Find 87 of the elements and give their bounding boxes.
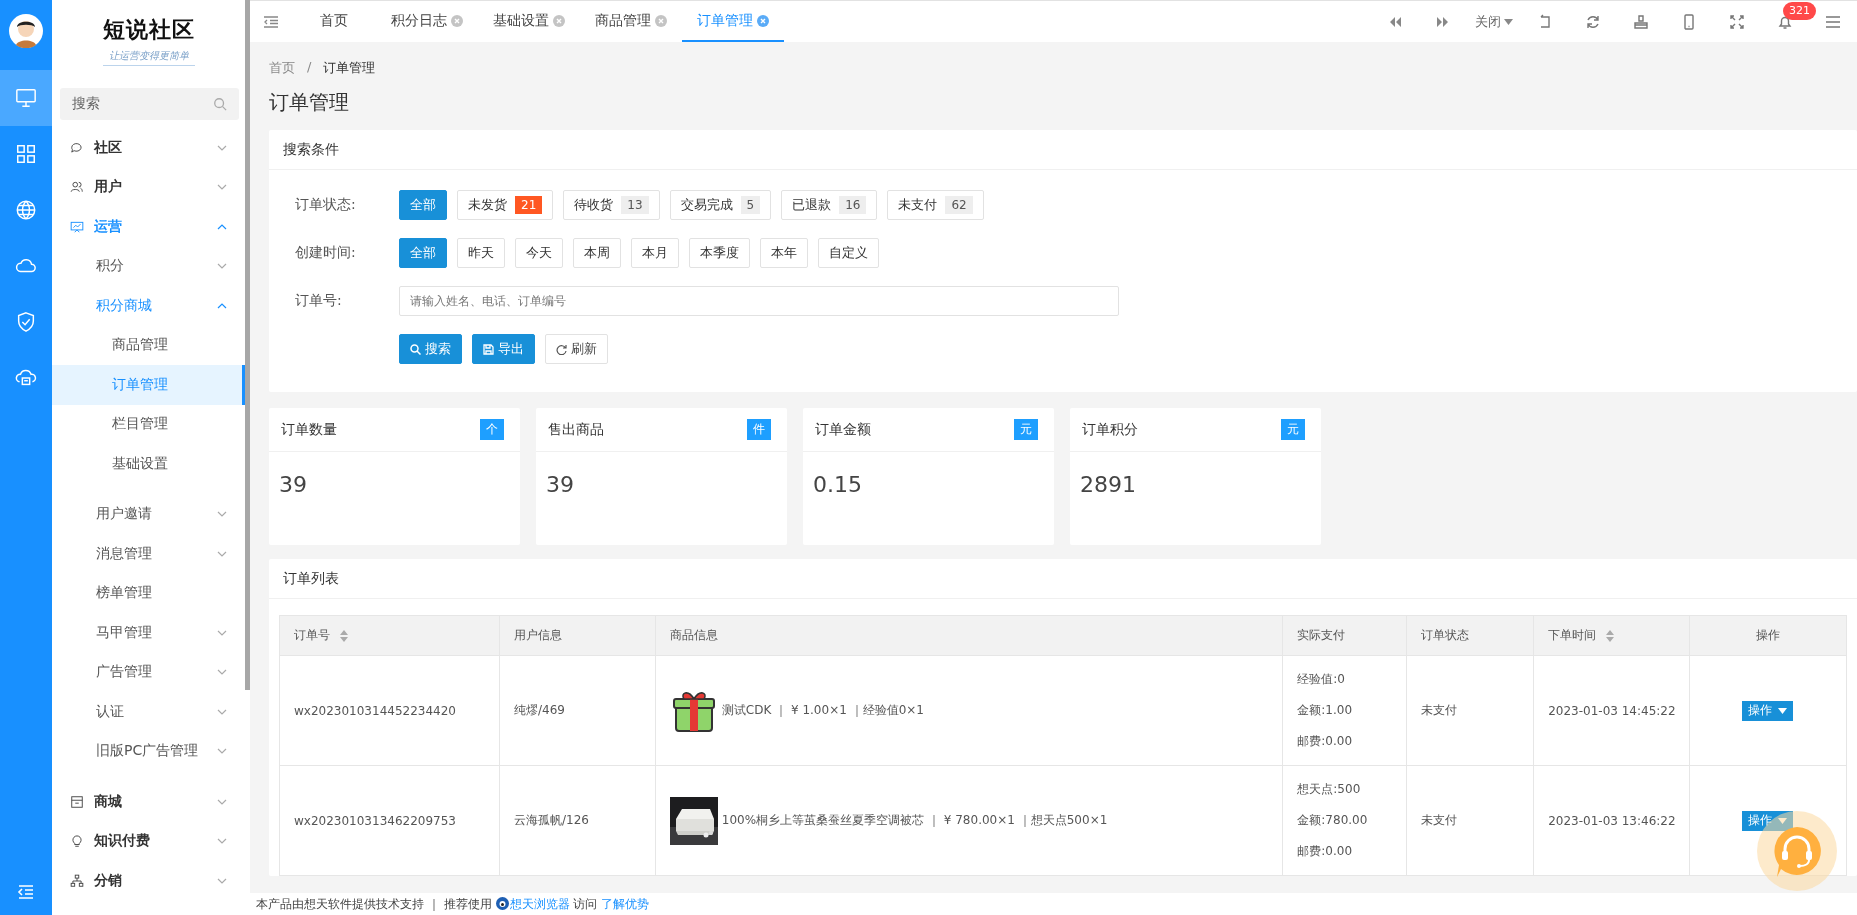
- product-info: 100%桐乡上等茧桑蚕丝夏季空调被芯 ｜ ¥ 780.00×1 ｜想天点500×1: [721, 812, 1108, 829]
- column-header: 操作: [1689, 615, 1847, 656]
- count-badge: 5: [740, 196, 761, 214]
- unit-badge: 元: [1014, 419, 1038, 440]
- menu-item[interactable]: 商城: [52, 782, 245, 822]
- field-label: 创建时间:: [295, 244, 357, 262]
- panel-title: 订单列表: [269, 559, 1857, 599]
- product-info: 测试CDK ｜ ¥ 1.00×1 ｜经验值0×1: [721, 702, 924, 719]
- table-cell: 未支付: [1406, 765, 1534, 876]
- stat-value: 2891: [1079, 471, 1137, 497]
- column-header: 商品信息: [655, 615, 1283, 656]
- table-cell: wx2023010313462209753: [279, 765, 500, 876]
- count-badge: 21: [515, 196, 543, 214]
- tab[interactable]: 积分日志: [376, 1, 478, 42]
- unit-badge: 个: [480, 419, 504, 440]
- order-search-field[interactable]: 请输入姓名、电话、订单编号: [399, 286, 1119, 316]
- column-header[interactable]: 下单时间: [1533, 615, 1690, 656]
- menu-item[interactable]: 用户: [52, 167, 245, 207]
- filter-button[interactable]: 本年: [760, 238, 808, 268]
- stat-value: 39: [545, 471, 575, 497]
- filter-button[interactable]: 未支付 62: [887, 190, 984, 220]
- payment-line: 邮费:0.00: [1297, 733, 1354, 750]
- breadcrumb-separator: /: [307, 59, 312, 76]
- payment-line: 经验值:0: [1297, 671, 1346, 688]
- stat-title: 订单数量: [281, 420, 337, 439]
- column-header: 实际支付: [1282, 615, 1407, 656]
- menu-item[interactable]: 栏目管理: [52, 404, 245, 444]
- brand-slogan: 让运营变得更简单: [102, 48, 195, 66]
- close-dropdown[interactable]: 关闭: [1467, 12, 1521, 31]
- filter-button[interactable]: 昨天: [457, 238, 505, 268]
- menu-item[interactable]: 马甲管理: [52, 613, 245, 653]
- count-badge: 62: [945, 196, 973, 214]
- table-cell: wx2023010314452234420: [279, 655, 500, 766]
- filter-button[interactable]: 本月: [631, 238, 679, 268]
- menu-item[interactable]: 分销: [52, 861, 245, 901]
- count-badge: 16: [839, 196, 867, 214]
- field-label: 订单号:: [295, 292, 343, 310]
- search-field[interactable]: 搜索: [60, 88, 239, 120]
- stat-title: 订单积分: [1082, 420, 1138, 439]
- tab[interactable]: 首页: [312, 1, 376, 42]
- tab[interactable]: 商品管理: [580, 1, 682, 42]
- column-header[interactable]: 订单号: [279, 615, 500, 656]
- menu-item[interactable]: 积分: [52, 246, 245, 286]
- refresh-button[interactable]: 刷新: [545, 334, 608, 364]
- unit-badge: 件: [747, 419, 771, 440]
- count-badge: 13: [621, 196, 649, 214]
- table-cell: 云海孤帆/126: [499, 765, 656, 876]
- brand-logo: 短说社区: [102, 15, 195, 44]
- filter-button[interactable]: 未发货 21: [457, 190, 554, 220]
- stat-title: 售出商品: [548, 420, 604, 439]
- filter-button[interactable]: 本周: [573, 238, 621, 268]
- page-title: 订单管理: [269, 89, 350, 116]
- menu-item[interactable]: 消息管理: [52, 534, 245, 574]
- stat-value: 0.15: [812, 471, 863, 497]
- column-header: 订单状态: [1406, 615, 1534, 656]
- filter-button[interactable]: 本季度: [689, 238, 750, 268]
- menu-item[interactable]: 认证: [52, 692, 245, 732]
- menu-item[interactable]: 知识付费: [52, 821, 245, 861]
- payment-line: 想天点:500: [1297, 781, 1362, 798]
- payment-line: 邮费:0.00: [1297, 843, 1354, 860]
- menu-item[interactable]: 旧版PC广告管理: [52, 731, 245, 771]
- column-header: 用户信息: [499, 615, 656, 656]
- filter-button[interactable]: 自定义: [818, 238, 879, 268]
- table-cell: 纯熮/469: [499, 655, 656, 766]
- menu-item[interactable]: 商品管理: [52, 325, 245, 365]
- notification-badge: 321: [1783, 1, 1816, 20]
- footer-text: 本产品由想天软件提供技术支持 ｜ 推荐使用 想天浏览器 访问 了解优势: [256, 895, 650, 913]
- panel-title: 搜索条件: [269, 130, 1857, 170]
- menu-item[interactable]: 广告管理: [52, 652, 245, 692]
- payment-line: 金额:1.00: [1297, 702, 1354, 719]
- table-cell: 2023-01-03 13:46:22: [1533, 765, 1690, 876]
- filter-button[interactable]: 已退款 16: [781, 190, 878, 220]
- stat-title: 订单金额: [815, 420, 871, 439]
- tab[interactable]: 基础设置: [478, 1, 580, 42]
- menu-item[interactable]: 榜单管理: [52, 573, 245, 613]
- menu-item[interactable]: 基础设置: [52, 444, 245, 484]
- payment-line: 金额:780.00: [1297, 812, 1369, 829]
- menu-item[interactable]: 用户邀请: [52, 494, 245, 534]
- table-cell: 2023-01-03 14:45:22: [1533, 655, 1690, 766]
- filter-button[interactable]: 交易完成 5: [669, 190, 772, 220]
- menu-item[interactable]: 社区: [52, 128, 245, 168]
- table-cell: 未支付: [1406, 655, 1534, 766]
- unit-badge: 元: [1281, 419, 1305, 440]
- field-label: 订单状态:: [295, 196, 357, 214]
- stat-value: 39: [278, 471, 308, 497]
- filter-button[interactable]: 待收货 13: [563, 190, 660, 220]
- filter-button[interactable]: 今天: [515, 238, 563, 268]
